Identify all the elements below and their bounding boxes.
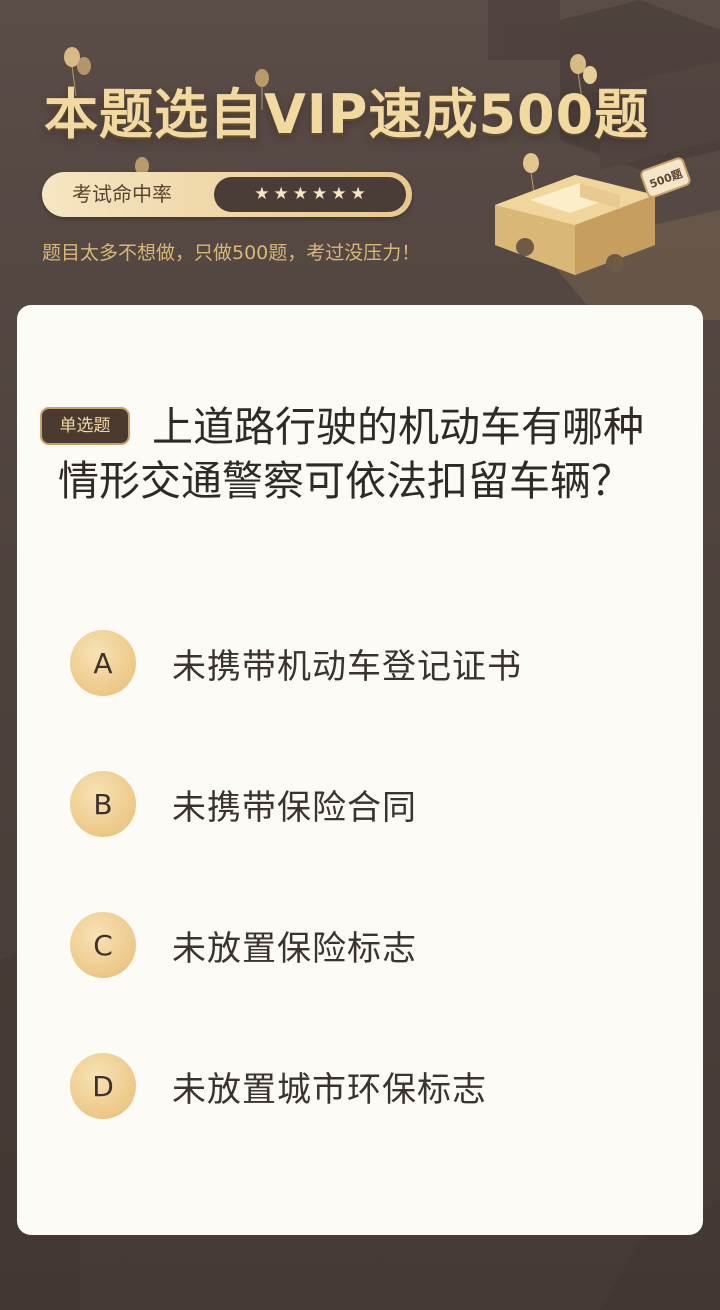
option-letter-circle: C <box>70 912 136 978</box>
question-type-badge: 单选题 <box>40 407 130 445</box>
hero-subtitle: 题目太多不想做，只做500题，考过没压力！ <box>42 242 421 264</box>
option-text: 未携带机动车登记证书 <box>172 646 522 687</box>
star-icon: ★ <box>254 184 270 204</box>
option-text: 未放置城市环保标志 <box>172 1069 487 1110</box>
option-d[interactable]: D 未放置城市环保标志 <box>70 1051 650 1121</box>
option-c[interactable]: C 未放置保险标志 <box>70 910 650 980</box>
star-icon: ★ <box>312 184 328 204</box>
star-icon: ★ <box>350 184 366 204</box>
star-icon: ★ <box>292 184 308 204</box>
option-letter-circle: B <box>70 771 136 837</box>
hero-title: 本题选自VIP速成500题 <box>44 83 650 146</box>
rating-stars: ★ ★ ★ ★ ★ ★ <box>214 177 406 212</box>
hit-rate-label: 考试命中率 <box>72 182 172 206</box>
option-a[interactable]: A 未携带机动车登记证书 <box>70 628 650 698</box>
hit-rate-pill: 考试命中率 ★ ★ ★ ★ ★ ★ <box>42 172 412 217</box>
star-icon: ★ <box>273 184 289 204</box>
question-text: 上道路行驶的机动车有哪种情形交通警察可依法扣留车辆？ <box>58 403 644 505</box>
option-letter-circle: D <box>70 1053 136 1119</box>
option-letter-circle: A <box>70 630 136 696</box>
option-text: 未携带保险合同 <box>172 787 417 828</box>
star-icon: ★ <box>331 184 347 204</box>
option-b[interactable]: B 未携带保险合同 <box>70 769 650 839</box>
option-text: 未放置保险标志 <box>172 928 417 969</box>
